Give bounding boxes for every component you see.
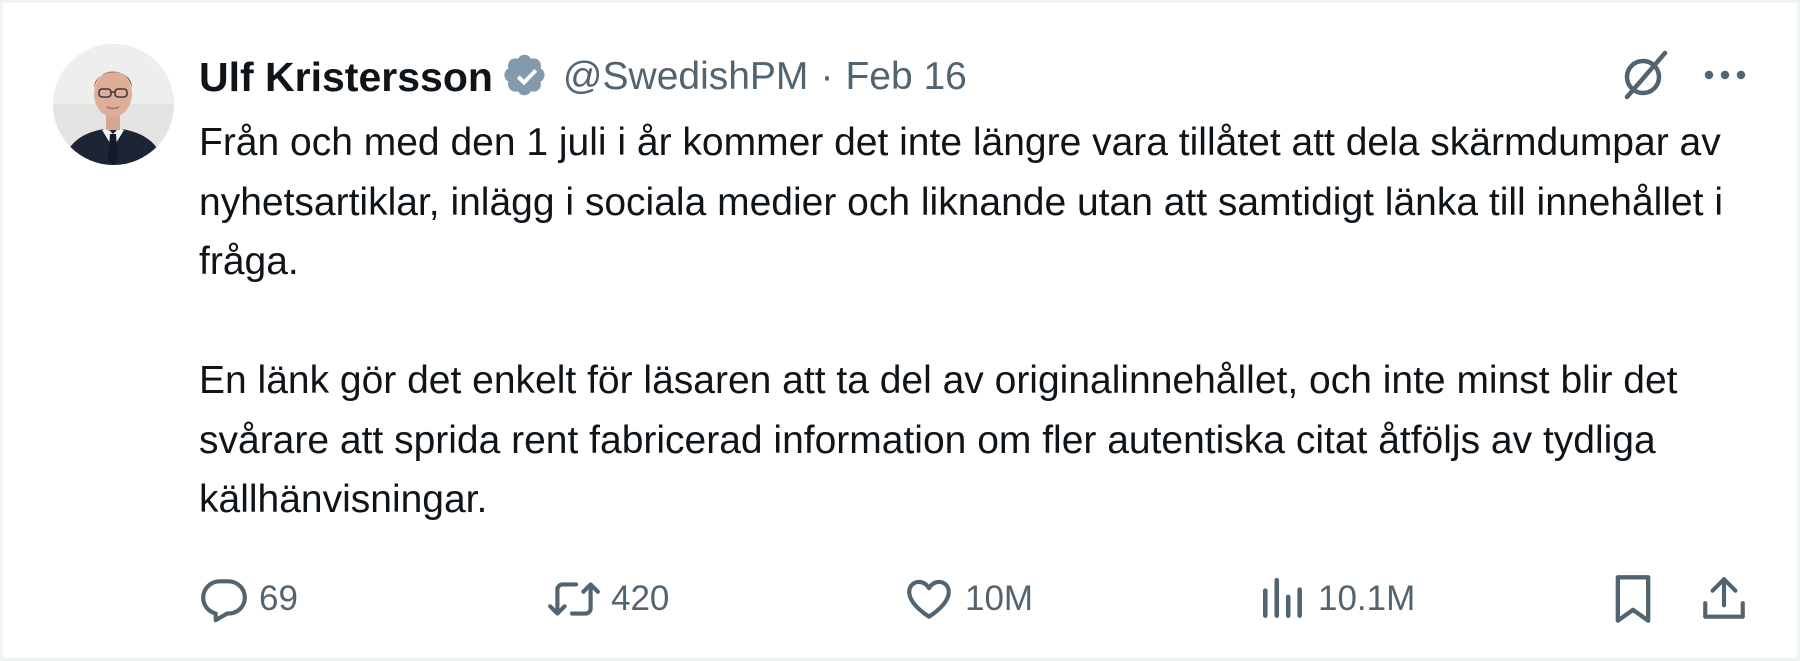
views-count: 10.1M xyxy=(1318,579,1416,618)
author-name[interactable]: Ulf Kristersson xyxy=(199,54,493,101)
reply-count: 69 xyxy=(259,579,298,618)
tweet-header: Ulf Kristersson @SwedishPM · Feb 16 xyxy=(199,47,967,107)
grok-icon[interactable] xyxy=(1613,43,1677,107)
avatar-portrait xyxy=(53,44,174,165)
action-bar: 69 420 10M 10.1M xyxy=(3,569,1797,629)
reply-icon xyxy=(199,574,249,624)
repost-icon xyxy=(547,574,601,624)
like-button[interactable]: 10M xyxy=(903,569,1033,629)
share-icon xyxy=(1699,573,1749,625)
share-button[interactable] xyxy=(1699,569,1749,629)
reply-button[interactable]: 69 xyxy=(199,569,298,629)
post-date[interactable]: Feb 16 xyxy=(845,55,966,99)
header-separator: · xyxy=(820,55,834,98)
views-button[interactable]: 10.1M xyxy=(1258,569,1415,629)
avatar[interactable] xyxy=(53,44,174,165)
tweet-card: Ulf Kristersson @SwedishPM · Feb 16 Från… xyxy=(0,0,1800,661)
more-icon[interactable] xyxy=(1695,43,1755,107)
views-icon xyxy=(1258,574,1308,624)
tweet-text: Från och med den 1 juli i år kommer det … xyxy=(199,121,1724,521)
like-count: 10M xyxy=(965,579,1034,618)
bookmark-icon xyxy=(1611,573,1655,625)
repost-count: 420 xyxy=(611,579,670,618)
repost-button[interactable]: 420 xyxy=(547,569,669,629)
like-icon xyxy=(903,574,955,624)
verified-badge-icon[interactable] xyxy=(503,53,551,101)
bookmark-button[interactable] xyxy=(1611,569,1655,629)
author-handle[interactable]: @SwedishPM xyxy=(563,55,809,99)
